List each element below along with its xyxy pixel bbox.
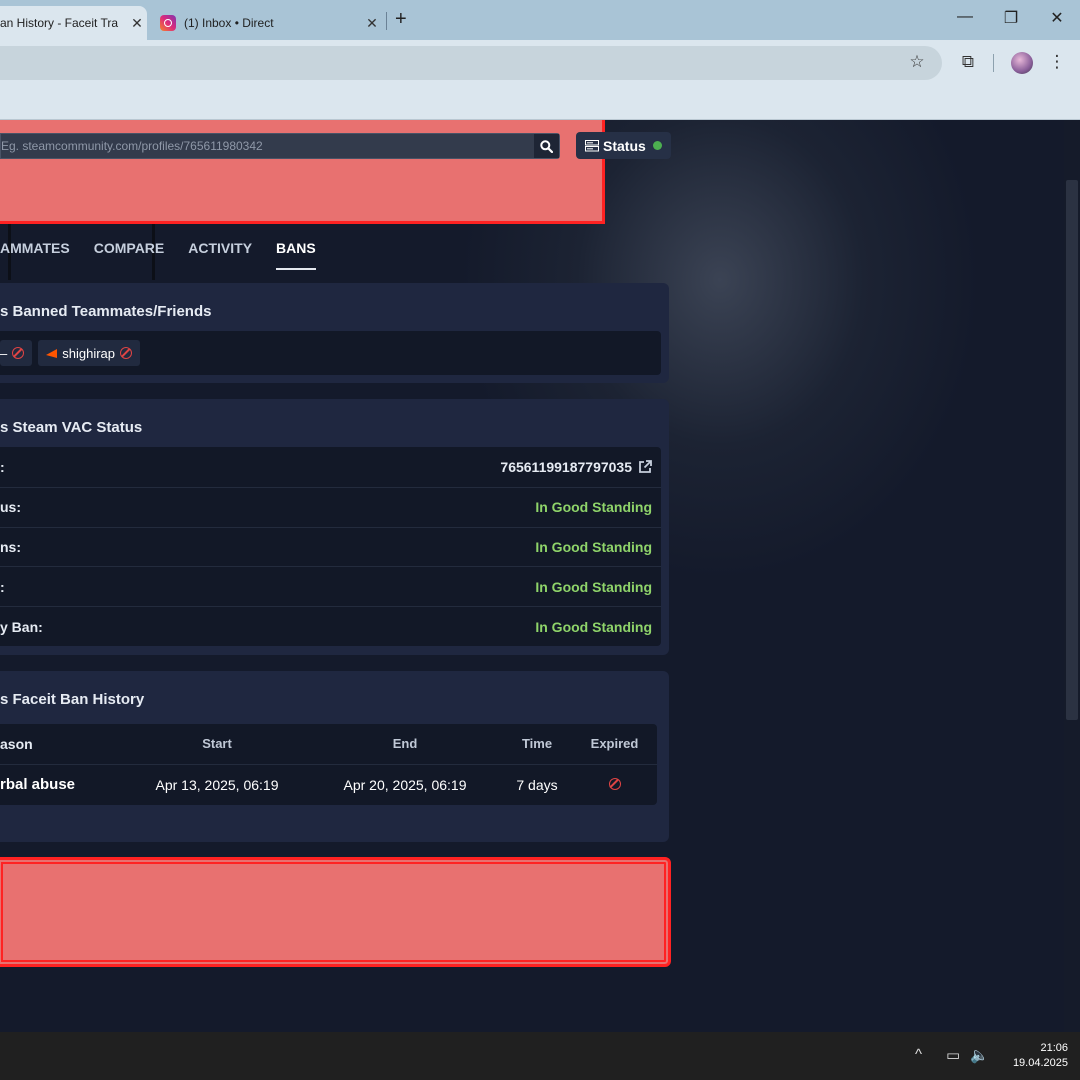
tab-close-icon[interactable]: ✕: [127, 15, 147, 32]
banned-friends-list: – shighirap: [0, 331, 661, 375]
steamid-value: 76561199187797035: [500, 458, 632, 475]
profile-avatar[interactable]: [1011, 52, 1033, 74]
vac-row-status: In Good Standing: [535, 578, 652, 595]
network-icon[interactable]: ▭: [946, 1046, 960, 1064]
vac-row-status: In Good Standing: [535, 499, 652, 516]
volume-icon[interactable]: 🔈: [970, 1046, 989, 1064]
status-button[interactable]: Status: [576, 132, 671, 159]
clock-date: 19.04.2025: [1012, 1057, 1068, 1069]
column-start: Start: [202, 736, 232, 752]
friend-name: shighirap: [62, 345, 115, 361]
tab-teammates[interactable]: AMMATES: [0, 240, 70, 270]
banned-friend-chip[interactable]: shighirap: [38, 340, 140, 366]
vac-row: : In Good Standing: [0, 566, 661, 606]
bookmarks-bar: [0, 86, 1080, 120]
friend-name: –: [0, 345, 8, 361]
ban-icon: [12, 347, 25, 359]
toolbar-separator: [993, 54, 994, 72]
new-tab-button[interactable]: +: [395, 8, 407, 31]
vac-row-label: y Ban:: [0, 618, 43, 635]
bookmark-star-icon[interactable]: ☆: [906, 52, 928, 72]
profile-search: [0, 133, 560, 159]
server-icon: [585, 139, 599, 151]
vac-row-status: In Good Standing: [535, 618, 652, 635]
redacted-region: [0, 857, 671, 967]
tab-title: an History - Faceit Tra: [0, 16, 119, 30]
address-bar[interactable]: [0, 46, 942, 80]
ban-icon: [120, 347, 132, 359]
banned-friends-title: s Banned Teammates/Friends: [0, 303, 212, 320]
browser-toolbar: ☆ ⧉ ⋮: [0, 40, 1080, 86]
vac-row: us: In Good Standing: [0, 486, 661, 527]
ban-expired-cell: [572, 763, 657, 805]
vac-row-steamid: : 76561199187797035: [0, 447, 661, 487]
tab-bans[interactable]: BANS: [276, 240, 316, 270]
faceit-icon: [46, 348, 58, 358]
page-content: Status AMMATES COMPARE ACTIVITY BANS s B…: [0, 120, 1064, 1032]
tab-separator: [386, 12, 387, 30]
column-end: End: [392, 736, 418, 752]
clock-time: 21:06: [1040, 1042, 1068, 1054]
not-expired-icon: [608, 777, 621, 790]
vac-row-status: In Good Standing: [535, 538, 652, 555]
search-input[interactable]: [1, 139, 534, 153]
tab-title: (1) Inbox • Direct: [184, 16, 274, 30]
external-link-icon[interactable]: [638, 459, 652, 474]
tab-faceit-tracker[interactable]: an History - Faceit Tra ✕: [0, 6, 147, 40]
vac-row-label: :: [0, 578, 5, 595]
tab-strip: an History - Faceit Tra ✕ (1) Inbox • Di…: [0, 0, 1080, 40]
faceit-ban-table: ason Start End Time Expired rbal abuse A…: [0, 724, 657, 805]
ban-start: Apr 13, 2025, 06:19: [126, 763, 308, 805]
minimize-button[interactable]: —: [950, 8, 980, 26]
ban-duration: 7 days: [502, 763, 572, 805]
vac-row: ns: In Good Standing: [0, 526, 661, 567]
status-online-indicator: [652, 141, 662, 150]
ban-end: Apr 20, 2025, 06:19: [308, 763, 502, 805]
vac-row-label: ns:: [0, 538, 21, 555]
search-icon: [540, 139, 553, 153]
extensions-icon[interactable]: ⧉: [957, 52, 979, 72]
instagram-icon: [160, 15, 176, 31]
faceit-ban-history-card: s Faceit Ban History ason Start End Time…: [0, 671, 669, 842]
vac-row-label: us:: [0, 499, 21, 516]
tab-instagram-inbox[interactable]: (1) Inbox • Direct ✕: [150, 6, 382, 40]
close-window-button[interactable]: ✕: [1042, 8, 1072, 28]
search-button[interactable]: [534, 134, 559, 158]
tab-compare[interactable]: COMPARE: [94, 240, 165, 270]
profile-nav-tabs: AMMATES COMPARE ACTIVITY BANS: [0, 240, 316, 270]
steamid-value-wrap: 76561199187797035: [500, 459, 652, 475]
faceit-ban-history-title: s Faceit Ban History: [0, 691, 145, 708]
faceit-ban-table-wrap: ason Start End Time Expired rbal abuse A…: [0, 724, 657, 805]
column-expired: Expired: [590, 736, 639, 752]
tray-overflow-icon[interactable]: ^: [915, 1046, 922, 1063]
scrollbar-thumb[interactable]: [1066, 180, 1078, 720]
vac-status-title: s Steam VAC Status: [0, 419, 143, 436]
vac-status-table: : 76561199187797035 us: In Good Standing…: [0, 447, 661, 646]
tab-activity[interactable]: ACTIVITY: [188, 240, 252, 270]
column-reason: ason: [0, 735, 33, 752]
banned-friends-card: s Banned Teammates/Friends – shighirap: [0, 283, 669, 383]
status-label: Status: [603, 137, 646, 154]
vac-status-card: s Steam VAC Status : 76561199187797035 u…: [0, 399, 669, 655]
browser-menu-icon[interactable]: ⋮: [1046, 52, 1068, 72]
table-header-row: ason Start End Time Expired: [0, 724, 657, 764]
maximize-button[interactable]: ❐: [996, 8, 1026, 28]
vac-row: y Ban: In Good Standing: [0, 606, 661, 646]
column-time: Time: [521, 736, 553, 752]
ban-reason: rbal abuse: [0, 763, 126, 805]
windows-taskbar: ^ ▭ 🔈 21:06 19.04.2025: [0, 1032, 1080, 1080]
tab-close-icon[interactable]: ✕: [362, 15, 382, 32]
system-clock[interactable]: 21:06 19.04.2025: [1013, 1041, 1068, 1071]
table-row: rbal abuse Apr 13, 2025, 06:19 Apr 20, 2…: [0, 763, 657, 805]
banned-friend-chip[interactable]: –: [0, 340, 33, 366]
vac-row-label: :: [0, 458, 5, 475]
